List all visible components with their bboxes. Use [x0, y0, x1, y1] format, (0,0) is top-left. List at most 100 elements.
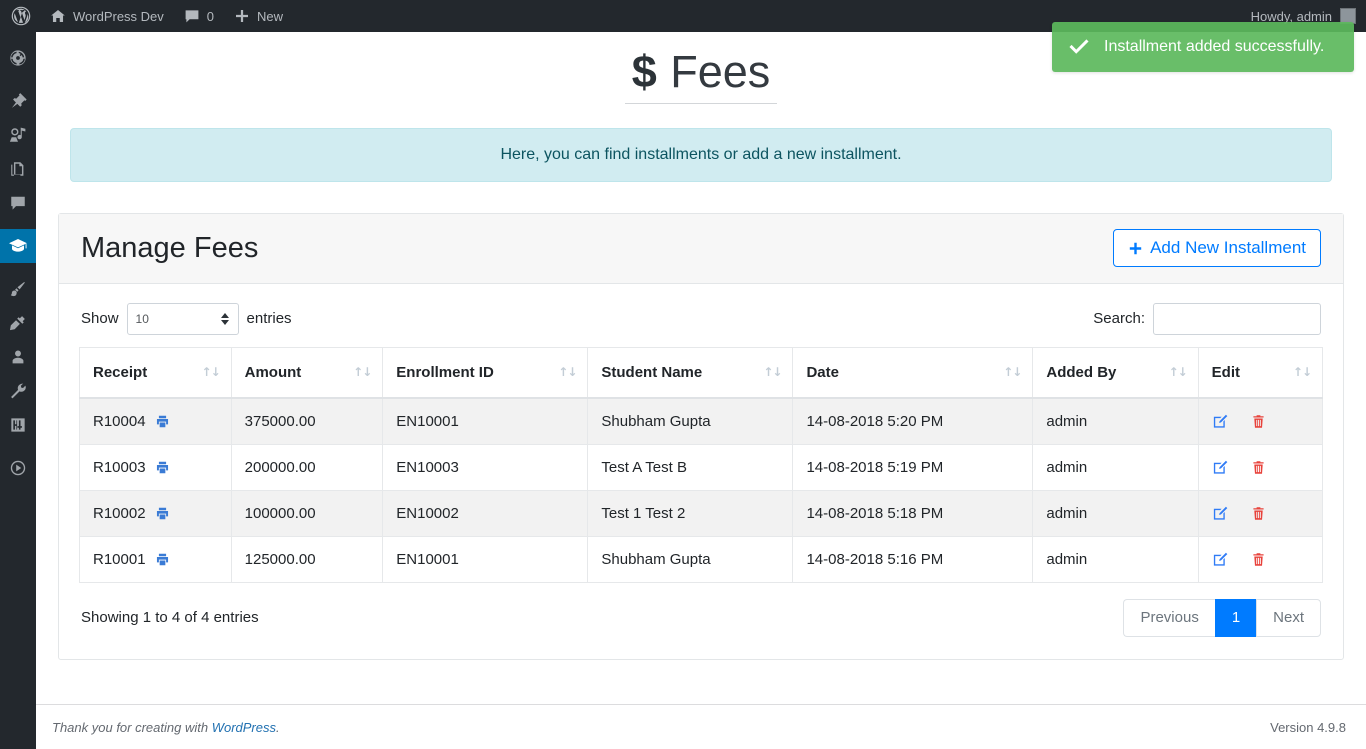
- printer-icon[interactable]: [155, 552, 170, 567]
- edit-pencil-icon[interactable]: [1212, 551, 1229, 568]
- toast-message: Installment added successfully.: [1104, 38, 1325, 55]
- sidebar-item-collapse-menu[interactable]: [0, 451, 36, 485]
- admin-sidebar-menu: [0, 32, 44, 749]
- cell-receipt: R10001: [79, 535, 232, 583]
- page-title-text: Fees: [670, 46, 771, 97]
- cell-student-name: Test 1 Test 2: [587, 489, 794, 537]
- dollar-sign-icon: $: [631, 46, 658, 97]
- page-length-value: 10: [135, 311, 149, 326]
- pages-icon: [9, 160, 27, 178]
- paintbrush-icon: [9, 280, 27, 298]
- printer-icon[interactable]: [155, 506, 170, 521]
- cell-added-by: admin: [1032, 397, 1199, 445]
- edit-pencil-icon[interactable]: [1212, 459, 1229, 476]
- sidebar-item-tools[interactable]: [0, 374, 36, 408]
- wrench-icon: [9, 382, 27, 400]
- cell-receipt: R10003: [79, 443, 232, 491]
- admin-bar-new-content[interactable]: New: [224, 0, 293, 32]
- column-header-amount[interactable]: Amount ↑↓: [230, 346, 384, 399]
- table-header-row: Receipt ↑↓ Amount ↑↓ Enrollment ID ↑↓ St…: [79, 346, 1324, 399]
- sidebar-item-users[interactable]: [0, 340, 36, 374]
- cell-actions: [1197, 443, 1324, 491]
- sort-updown-icon: ↑↓: [1168, 365, 1188, 380]
- wordpress-link[interactable]: WordPress: [212, 720, 276, 735]
- cell-actions: [1197, 489, 1324, 537]
- entries-length-control: Show 10 entries: [81, 302, 292, 335]
- add-new-installment-button[interactable]: Add New Installment: [1113, 229, 1321, 268]
- wordpress-logo-button[interactable]: [0, 0, 40, 32]
- dashboard-icon: [9, 49, 27, 67]
- pagination-previous[interactable]: Previous: [1123, 598, 1215, 637]
- menu-spacer-4: [0, 442, 36, 451]
- column-header-date[interactable]: Date ↑↓: [792, 346, 1034, 399]
- column-header-edit[interactable]: Edit ↑↓: [1197, 346, 1324, 399]
- receipt-value: R10004: [93, 412, 146, 430]
- menu-spacer-2: [0, 220, 36, 229]
- datatable-controls: Show 10 entries Search:: [79, 299, 1323, 347]
- sort-updown-icon: ↑↓: [1292, 365, 1312, 380]
- collapse-arrow-icon: [9, 459, 27, 477]
- trash-icon[interactable]: [1251, 552, 1266, 567]
- trash-icon[interactable]: [1251, 506, 1266, 521]
- plus-icon: [1128, 241, 1143, 256]
- sidebar-item-dashboard[interactable]: [0, 41, 36, 75]
- cell-date: 14-08-2018 5:20 PM: [792, 397, 1034, 445]
- admin-bar-new-label: New: [257, 8, 284, 24]
- pagination-page-1[interactable]: 1: [1214, 598, 1257, 637]
- footer-version: Version 4.9.8: [1270, 719, 1346, 735]
- sidebar-item-plugins[interactable]: [0, 306, 36, 340]
- cell-added-by: admin: [1032, 535, 1199, 583]
- search-input[interactable]: [1153, 302, 1321, 335]
- column-label: Enrollment ID: [396, 363, 494, 381]
- cell-enrollment-id: EN10001: [382, 397, 589, 445]
- cell-student-name: Shubham Gupta: [587, 397, 794, 445]
- check-icon: [1068, 36, 1090, 58]
- cell-amount: 100000.00: [230, 489, 384, 537]
- admin-bar-comments[interactable]: 0: [174, 0, 224, 32]
- card-header: Manage Fees Add New Installment: [59, 213, 1343, 284]
- printer-icon[interactable]: [155, 460, 170, 475]
- cell-actions: [1197, 535, 1324, 583]
- fees-table: Receipt ↑↓ Amount ↑↓ Enrollment ID ↑↓ St…: [79, 346, 1324, 583]
- sidebar-item-media[interactable]: [0, 118, 36, 152]
- edit-pencil-icon[interactable]: [1212, 413, 1229, 430]
- column-label: Date: [806, 363, 839, 381]
- cell-actions: [1197, 397, 1324, 445]
- plug-icon: [9, 314, 27, 332]
- admin-bar-site-name[interactable]: WordPress Dev: [40, 0, 174, 32]
- datatable-footer: Showing 1 to 4 of 4 entries Previous 1 N…: [79, 583, 1323, 637]
- footer-thanks: Thank you for creating with WordPress.: [52, 720, 280, 735]
- page-length-select[interactable]: 10: [126, 302, 239, 335]
- sort-updown-icon: ↑↓: [353, 365, 372, 380]
- table-row: R10002 100000.00 EN10002 Test 1 Test 2 14-08…: [79, 489, 1324, 537]
- sidebar-item-settings[interactable]: [0, 408, 36, 442]
- column-header-student-name[interactable]: Student Name ↑↓: [587, 346, 794, 399]
- sidebar-item-pages[interactable]: [0, 152, 36, 186]
- cell-added-by: admin: [1032, 489, 1199, 537]
- trash-icon[interactable]: [1251, 414, 1266, 429]
- edit-pencil-icon[interactable]: [1212, 505, 1229, 522]
- sidebar-item-comments[interactable]: [0, 186, 36, 220]
- show-label: Show: [81, 310, 119, 328]
- pagination: Previous 1 Next: [1123, 598, 1321, 637]
- main-content: $ Fees Here, you can find installments o…: [36, 32, 1366, 749]
- sort-updown-icon: ↑↓: [763, 365, 782, 380]
- pagination-next[interactable]: Next: [1256, 598, 1321, 637]
- settings-sliders-icon: [9, 416, 27, 434]
- sidebar-item-appearance[interactable]: [0, 272, 36, 306]
- table-row: R10001 125000.00 EN10001 Shubham Gupta 14-08…: [79, 535, 1324, 583]
- wordpress-logo-icon: [11, 6, 31, 26]
- printer-icon[interactable]: [155, 414, 170, 429]
- sidebar-item-posts[interactable]: [0, 84, 36, 118]
- column-header-receipt[interactable]: Receipt ↑↓: [79, 346, 232, 399]
- entries-label: entries: [246, 310, 292, 328]
- comment-bubble-icon: [184, 8, 200, 24]
- column-header-enrollment-id[interactable]: Enrollment ID ↑↓: [382, 346, 589, 399]
- table-row: R10003 200000.00 EN10003 Test A Test B 14-08…: [79, 443, 1324, 491]
- cell-enrollment-id: EN10001: [382, 535, 589, 583]
- receipt-value: R10003: [93, 458, 146, 476]
- column-header-added-by[interactable]: Added By ↑↓: [1032, 346, 1199, 399]
- trash-icon[interactable]: [1251, 460, 1266, 475]
- sidebar-item-student-management[interactable]: [0, 229, 44, 263]
- menu-spacer-1: [0, 75, 36, 84]
